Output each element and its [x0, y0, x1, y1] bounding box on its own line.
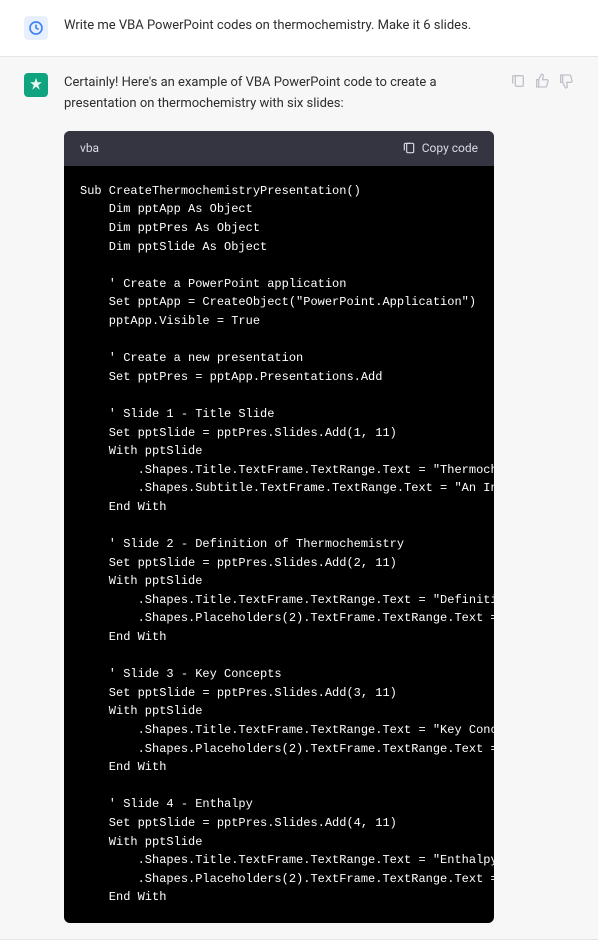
copy-icon[interactable] — [510, 73, 526, 89]
user-message-text: Write me VBA PowerPoint codes on thermoc… — [64, 16, 574, 40]
assistant-intro-text: Certainly! Here's an example of VBA Powe… — [64, 73, 494, 115]
message-actions — [510, 73, 574, 89]
assistant-message-row: Certainly! Here's an example of VBA Powe… — [0, 57, 598, 940]
user-avatar — [24, 16, 48, 40]
code-header: vba Copy code — [64, 131, 494, 166]
thumbs-up-icon[interactable] — [534, 73, 550, 89]
assistant-avatar — [24, 73, 48, 97]
code-block: vba Copy code Sub CreateThermochemistryP… — [64, 131, 494, 923]
assistant-avatar-icon — [29, 78, 43, 92]
assistant-message-content: Certainly! Here's an example of VBA Powe… — [64, 73, 494, 923]
code-content[interactable]: Sub CreateThermochemistryPresentation() … — [64, 166, 494, 923]
thumbs-down-icon[interactable] — [558, 73, 574, 89]
copy-code-button[interactable]: Copy code — [402, 139, 478, 158]
clipboard-icon — [402, 141, 416, 155]
copy-code-label: Copy code — [422, 139, 478, 158]
user-message-row: Write me VBA PowerPoint codes on thermoc… — [0, 0, 598, 57]
code-language-label: vba — [80, 139, 99, 158]
user-avatar-icon — [28, 20, 44, 36]
